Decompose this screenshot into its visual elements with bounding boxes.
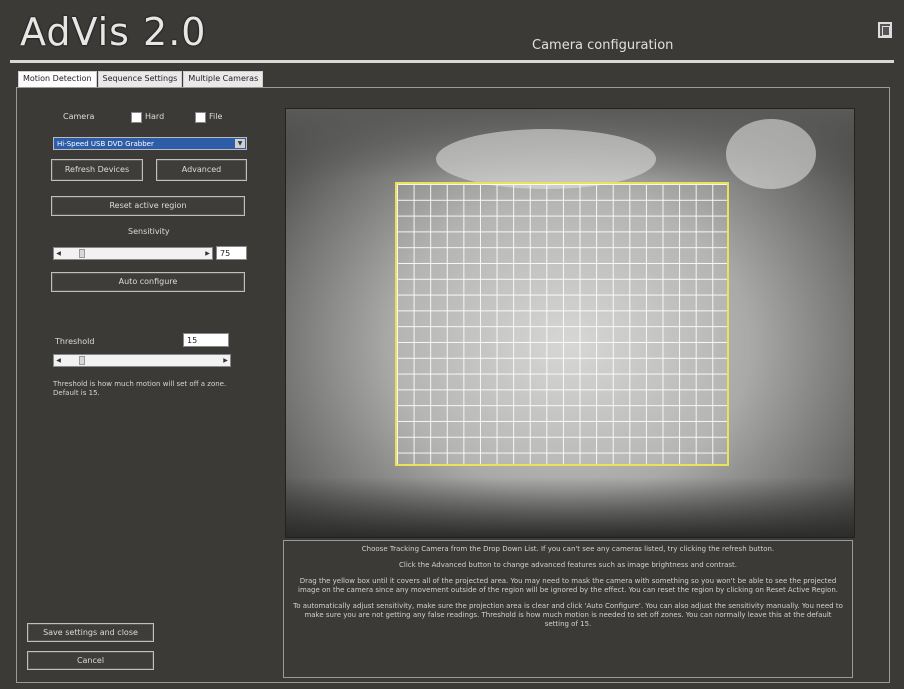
arrow-right-icon[interactable]: ▶ <box>221 356 230 365</box>
page-subtitle: Camera configuration <box>532 38 674 53</box>
hard-label: Hard <box>145 112 165 121</box>
sensitivity-slider-thumb[interactable] <box>79 249 85 258</box>
sensitivity-slider[interactable]: ◀ ▶ <box>53 247 213 260</box>
help-paragraph: To automatically adjust sensitivity, mak… <box>293 602 843 628</box>
auto-configure-button[interactable]: Auto configure <box>51 272 245 292</box>
threshold-slider[interactable]: ◀ ▶ <box>53 354 231 367</box>
arrow-left-icon[interactable]: ◀ <box>54 356 63 365</box>
help-paragraph: Drag the yellow box until it covers all … <box>298 577 838 594</box>
tab-motion-detection[interactable]: Motion Detection <box>18 71 97 87</box>
file-label: File <box>209 112 223 121</box>
header-divider <box>10 60 894 63</box>
chevron-down-icon[interactable]: ▼ <box>235 139 245 148</box>
save-and-close-button[interactable]: Save settings and close <box>27 623 154 642</box>
file-checkbox[interactable] <box>195 112 206 123</box>
reset-region-button[interactable]: Reset active region <box>51 196 245 216</box>
device-select[interactable]: Hi-Speed USB DVD Grabber ▼ <box>53 137 247 150</box>
arrow-right-icon[interactable]: ▶ <box>203 249 212 258</box>
threshold-slider-thumb[interactable] <box>79 356 85 365</box>
tab-sequence-settings[interactable]: Sequence Settings <box>97 71 183 87</box>
sensitivity-label: Sensitivity <box>128 227 170 236</box>
active-region-grid[interactable] <box>395 182 729 466</box>
help-panel: Choose Tracking Camera from the Drop Dow… <box>283 540 853 678</box>
preview-highlight <box>726 119 816 189</box>
refresh-devices-button[interactable]: Refresh Devices <box>51 159 143 181</box>
hard-checkbox[interactable] <box>131 112 142 123</box>
camera-label: Camera <box>63 112 95 121</box>
tab-bar: Motion Detection Sequence Settings Multi… <box>18 71 264 87</box>
threshold-label: Threshold <box>55 337 95 346</box>
advanced-button[interactable]: Advanced <box>156 159 247 181</box>
help-paragraph: Click the Advanced button to change adva… <box>399 561 737 569</box>
sensitivity-input[interactable]: 75 <box>216 246 247 260</box>
threshold-note: Threshold is how much motion will set of… <box>53 380 227 397</box>
cancel-button[interactable]: Cancel <box>27 651 154 670</box>
help-paragraph: Choose Tracking Camera from the Drop Dow… <box>361 545 775 553</box>
preview-highlight <box>436 129 656 189</box>
threshold-input[interactable]: 15 <box>183 333 229 347</box>
arrow-left-icon[interactable]: ◀ <box>54 249 63 258</box>
preview-shading <box>286 477 854 537</box>
tab-multiple-cameras[interactable]: Multiple Cameras <box>183 71 264 87</box>
restore-icon[interactable] <box>878 22 892 38</box>
device-select-value: Hi-Speed USB DVD Grabber <box>57 140 154 148</box>
app-title: AdVis 2.0 <box>20 10 207 54</box>
